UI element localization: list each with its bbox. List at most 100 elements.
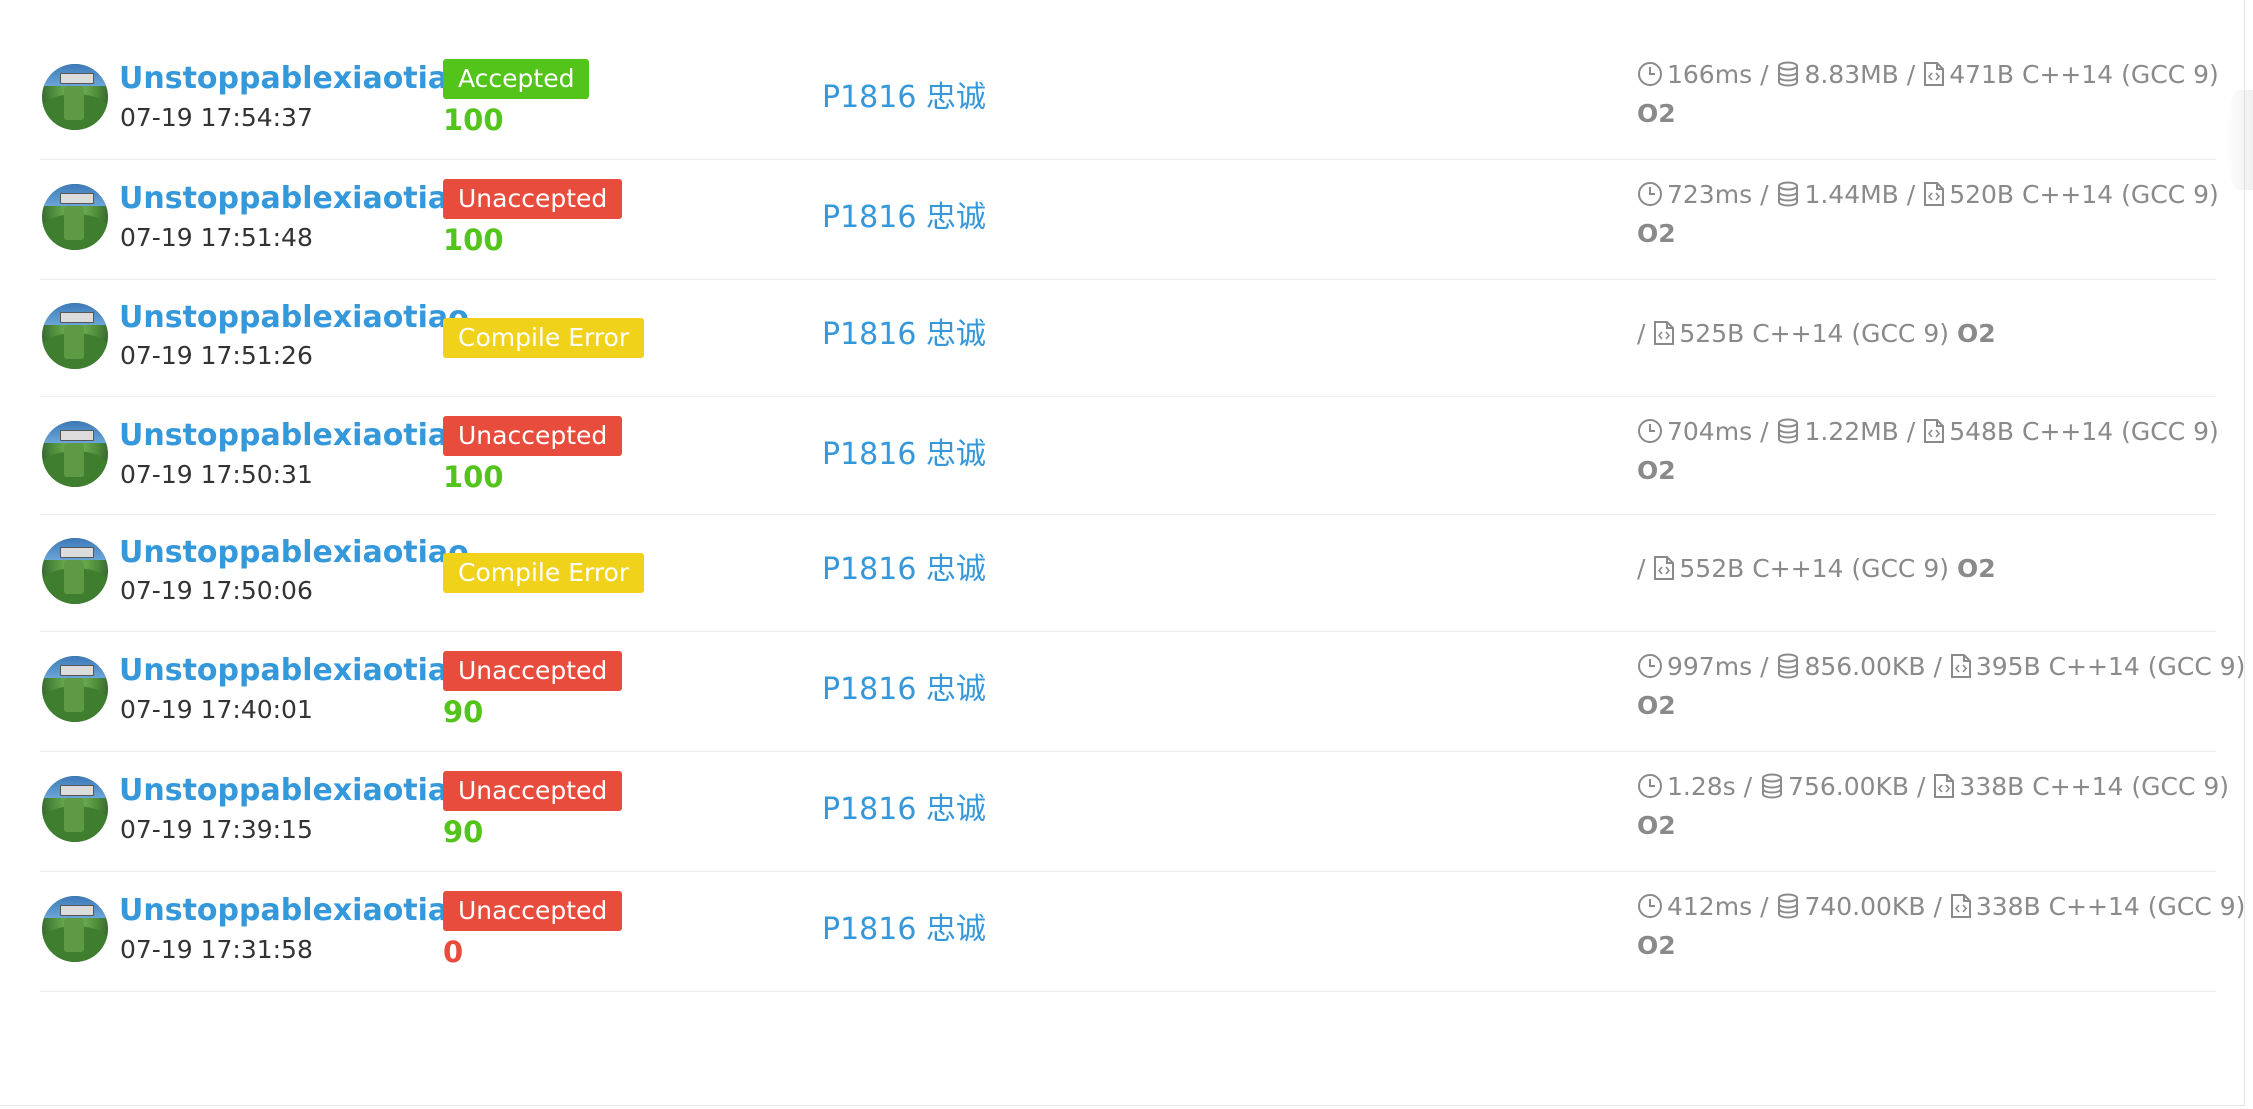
separator: / [1760,180,1769,209]
user-link[interactable]: Unstoppablexiaotiao [119,181,469,217]
language-label: C++14 (GCC 9) [2022,60,2219,89]
separator: / [1743,772,1753,801]
user-link[interactable]: Unstoppablexiaotiao [119,893,469,929]
problem-link[interactable]: P1816 忠诚 [822,792,986,828]
status-badge[interactable]: Compile Error [443,318,645,358]
database-icon [1760,773,1784,806]
run-meta: / 552B C++14 (GCC 9) O2 [1637,554,1996,588]
avatar-logo [60,312,94,323]
separator: / [1933,892,1942,921]
code-size-value: 548B [1949,417,2015,446]
code-file-icon [1923,61,1945,94]
score-value: 0 [443,935,464,969]
status-badge[interactable]: Unaccepted [443,891,623,931]
separator: / [1760,652,1769,681]
runtime-value: 166ms [1667,60,1753,89]
score-value: 100 [443,103,504,137]
problem-link[interactable]: P1816 忠诚 [822,437,986,473]
separator: / [1906,180,1916,209]
submission-time: 07-19 17:50:31 [120,460,313,489]
avatar-logo [60,547,94,558]
avatar-figure [64,918,84,952]
runtime-value: 997ms [1667,652,1753,681]
user-link[interactable]: Unstoppablexiaotiao [119,653,469,689]
database-icon [1776,61,1800,94]
runtime-value: 1.28s [1667,772,1736,801]
runtime-value: 412ms [1667,892,1753,921]
status-badge[interactable]: Compile Error [443,553,645,593]
memory-value: 740.00KB [1804,892,1926,921]
avatar-logo [60,665,94,676]
run-meta: / 525B C++14 (GCC 9) O2 [1637,319,1996,353]
avatar-figure [64,678,84,712]
code-file-icon [1923,181,1945,214]
problem-link[interactable]: P1816 忠诚 [822,672,986,708]
avatar[interactable] [42,64,108,130]
run-meta: 997ms / 856.00KB / 395B C++14 (GCC 9) [1637,652,2245,686]
avatar-logo [60,193,94,204]
status-badge[interactable]: Unaccepted [443,416,623,456]
clock-icon [1637,181,1663,214]
record-row: Unstoppablexiaotiao 07-19 17:50:31 Unaccep… [40,397,2219,515]
separator: / [1637,319,1646,348]
language-label: C++14 (GCC 9) [2022,417,2219,446]
avatar[interactable] [42,896,108,962]
code-file-icon [1950,653,1972,686]
record-row: Unstoppablexiaotiao 07-19 17:39:15 Unaccep… [40,752,2229,872]
separator: / [1906,60,1916,89]
status-badge[interactable]: Accepted [443,59,590,99]
separator: / [1760,417,1769,446]
language-label: C++14 (GCC 9) [2022,180,2219,209]
o2-flag: O2 [1956,319,1996,348]
language-label: C++14 (GCC 9) [1752,319,1949,348]
record-row: Unstoppablexiaotiao 07-19 17:51:26 Compile… [40,280,2216,397]
user-link[interactable]: Unstoppablexiaotiao [119,535,469,571]
problem-link[interactable]: P1816 忠诚 [822,552,986,588]
code-file-icon [1923,418,1945,451]
run-meta: 412ms / 740.00KB / 338B C++14 (GCC 9) [1637,892,2245,926]
problem-link[interactable]: P1816 忠诚 [822,912,986,948]
code-size-value: 520B [1949,180,2015,209]
problem-link[interactable]: P1816 忠诚 [822,200,986,236]
scroll-edge-shadow [2225,90,2253,190]
avatar[interactable] [42,184,108,250]
code-size-value: 338B [1975,892,2041,921]
submission-time: 07-19 17:54:37 [120,103,313,132]
user-link[interactable]: Unstoppablexiaotiao [119,300,469,336]
database-icon [1776,418,1800,451]
problem-link[interactable]: P1816 忠诚 [822,317,986,353]
runtime-value: 704ms [1667,417,1753,446]
o2-flag: O2 [1637,99,1676,128]
o2-flag: O2 [1637,219,1676,248]
run-meta: 1.28s / 756.00KB / 338B C++14 (GCC 9) [1637,772,2229,806]
language-label: C++14 (GCC 9) [2048,892,2246,921]
submission-list: Unstoppablexiaotiao 07-19 17:54:37 Accepte… [0,0,2245,1106]
status-badge[interactable]: Unaccepted [443,771,623,811]
avatar-figure [64,325,84,359]
code-file-icon [1950,893,1972,926]
submission-time: 07-19 17:40:01 [120,695,313,724]
avatar[interactable] [42,303,108,369]
separator: / [1906,417,1916,446]
avatar[interactable] [42,538,108,604]
o2-flag: O2 [1637,691,1676,720]
problem-link[interactable]: P1816 忠诚 [822,80,986,116]
submission-time: 07-19 17:39:15 [120,815,313,844]
submission-time: 07-19 17:51:48 [120,223,313,252]
language-label: C++14 (GCC 9) [2032,772,2230,801]
avatar[interactable] [42,656,108,722]
code-size-value: 395B [1975,652,2041,681]
avatar[interactable] [42,776,108,842]
score-value: 100 [443,223,504,257]
avatar-figure [64,86,84,120]
user-link[interactable]: Unstoppablexiaotiao [119,773,469,809]
user-link[interactable]: Unstoppablexiaotiao [119,418,469,454]
user-link[interactable]: Unstoppablexiaotiao [119,61,469,97]
separator: / [1933,652,1942,681]
status-badge[interactable]: Unaccepted [443,651,623,691]
avatar[interactable] [42,421,108,487]
language-label: C++14 (GCC 9) [1752,554,1949,583]
o2-flag: O2 [1637,811,1676,840]
status-badge[interactable]: Unaccepted [443,179,623,219]
run-meta: 166ms / 8.83MB / 471B C++14 (GCC 9) [1637,60,2219,94]
